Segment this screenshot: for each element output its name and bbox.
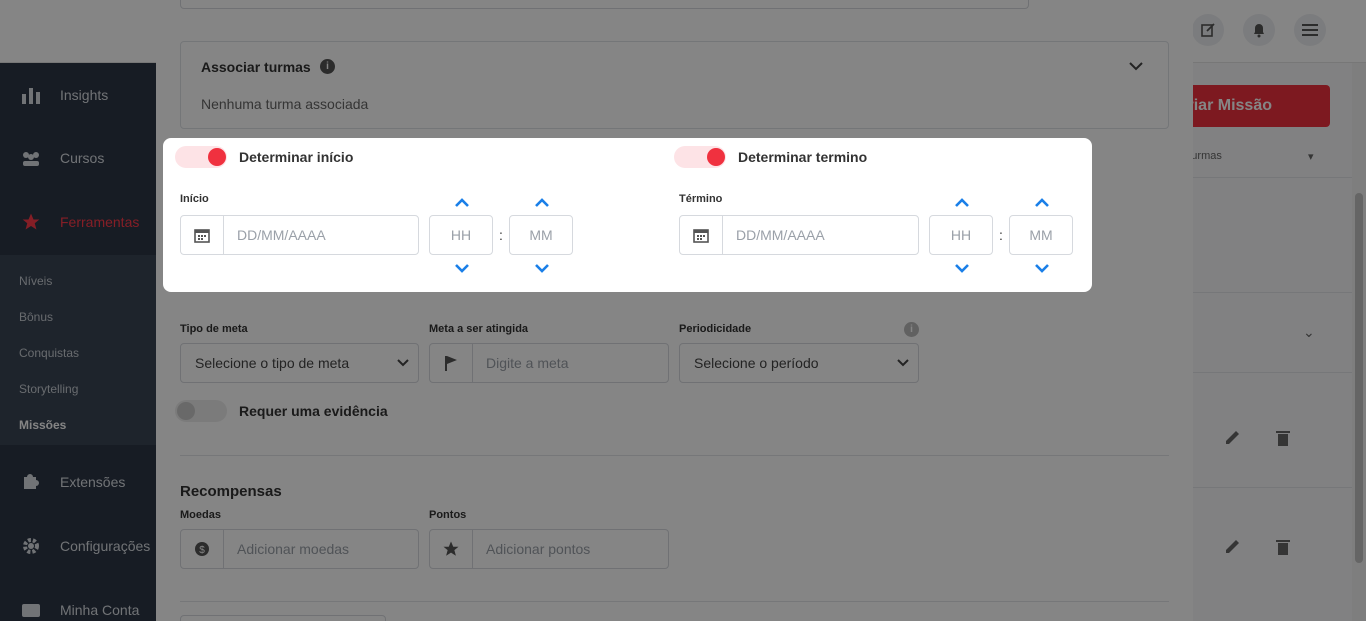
hour-placeholder: HH — [450, 227, 472, 243]
start-hour-input[interactable]: HH — [429, 215, 493, 255]
chevron-up-icon[interactable] — [534, 196, 550, 208]
end-toggle-label: Determinar termino — [738, 149, 868, 165]
start-date-placeholder: DD/MM/AAAA — [237, 227, 326, 243]
start-label: Início — [180, 193, 209, 205]
chevron-up-icon[interactable] — [454, 196, 470, 208]
chevron-up-icon[interactable] — [1034, 196, 1050, 208]
chevron-down-icon[interactable] — [1034, 262, 1050, 274]
end-date-input[interactable]: DD/MM/AAAA — [679, 215, 919, 255]
start-minute-input[interactable]: MM — [509, 215, 573, 255]
end-toggle[interactable] — [674, 146, 726, 168]
date-range-panel: Determinar início Início DD/MM/AAAA HH :… — [163, 138, 1092, 292]
start-date-input[interactable]: DD/MM/AAAA — [180, 215, 419, 255]
start-toggle[interactable] — [175, 146, 227, 168]
chevron-down-icon[interactable] — [954, 262, 970, 274]
end-minute-input[interactable]: MM — [1009, 215, 1073, 255]
chevron-down-icon[interactable] — [454, 262, 470, 274]
minute-placeholder: MM — [1029, 227, 1053, 243]
time-separator: : — [499, 227, 503, 243]
chevron-up-icon[interactable] — [954, 196, 970, 208]
end-label: Término — [679, 193, 723, 205]
chevron-down-icon[interactable] — [534, 262, 550, 274]
overlay-mask — [0, 0, 1366, 621]
calendar-icon — [181, 216, 224, 254]
hour-placeholder: HH — [950, 227, 972, 243]
end-date-placeholder: DD/MM/AAAA — [736, 227, 825, 243]
start-toggle-label: Determinar início — [239, 149, 354, 165]
minute-placeholder: MM — [529, 227, 553, 243]
end-hour-input[interactable]: HH — [929, 215, 993, 255]
calendar-icon — [680, 216, 723, 254]
time-separator: : — [999, 227, 1003, 243]
